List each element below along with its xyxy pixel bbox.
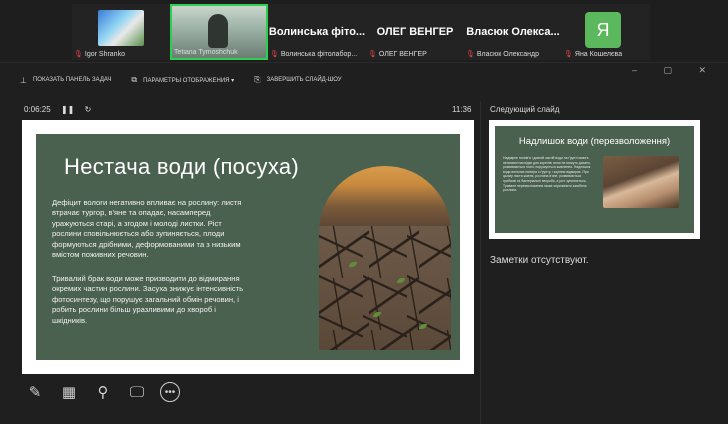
presenter-screen-icon[interactable]: 🖵 [126,381,148,403]
participant-name: 🎙 Волинська фітолабор... [270,51,358,58]
hands-soil-image [603,156,679,208]
participant-tile-tetiana[interactable]: Tetiana Tymoshchuk [170,4,268,60]
current-slide-frame[interactable]: Нестача води (посуха) Дефіцит вологи нег… [22,120,474,374]
display-settings-icon: ⧉ [131,75,138,84]
participant-tile-oleg[interactable]: ОЛЕГ ВЕНГЕР 🎙 ОЛЕГ ВЕНГЕР [366,4,464,60]
next-slide-body: Надмірне полив'я і довгий застій води на… [503,156,591,193]
zoom-icon[interactable]: ⚲ [92,381,114,403]
pane-divider[interactable] [480,101,481,424]
reset-timer-button[interactable]: ↻ [85,105,92,114]
presenter-tools: ✎ ▦ ⚲ 🖵 ••• [24,381,180,403]
drought-soil-image [319,166,451,350]
participant-display-name: Волинська фіто... [268,26,366,38]
mic-muted-icon: 🎙 [564,51,573,58]
participant-tile-yana[interactable]: Я 🎙 Яна Кошелєва [562,4,650,60]
participant-name: 🎙 Igor Shranko [74,51,125,58]
current-slide: Нестача води (посуха) Дефіцит вологи нег… [36,134,460,360]
display-settings-button[interactable]: ⧉ ПАРАМЕТРЫ ОТОБРАЖЕНИЯ ▾ [131,75,234,85]
presenter-toolbar: ⊥ ПОКАЗАТЬ ПАНЕЛЬ ЗАДАЧ ⧉ ПАРАМЕТРЫ ОТОБ… [20,73,342,87]
participant-tile-volynska[interactable]: Волинська фіто... 🎙 Волинська фітолабор..… [268,4,366,60]
participant-display-name: ОЛЕГ ВЕНГЕР [376,26,454,38]
participant-gallery: 🎙 Igor Shranko Tetiana Tymoshchuk Волинсь… [72,4,650,60]
next-slide-preview: Надлишок води (перезволоження) Надмірне … [495,126,694,233]
pause-timer-button[interactable]: ❚❚ [61,105,74,114]
show-taskbar-button[interactable]: ⊥ ПОКАЗАТЬ ПАНЕЛЬ ЗАДАЧ [20,76,111,85]
slide-title: Нестача води (посуха) [64,154,300,179]
mic-muted-icon: 🎙 [466,51,475,58]
window-controls[interactable]: – ▢ ✕ [632,65,718,76]
current-time: 11:36 [452,105,472,114]
next-slide-title: Надлишок води (перезволоження) [518,136,671,147]
participant-name: 🎙 ОЛЕГ ВЕНГЕР [368,51,427,58]
end-slideshow-icon: ⎘ [254,75,261,84]
participant-thumbnail-image [98,10,144,46]
slide-paragraph-1: Дефіцит вологи негативно впливає на росл… [52,198,242,260]
presenter-view: – ▢ ✕ ⊥ ПОКАЗАТЬ ПАНЕЛЬ ЗАДАЧ ⧉ ПАРАМЕТР… [0,62,728,424]
pen-icon[interactable]: ✎ [24,381,46,403]
display-settings-label: ПАРАМЕТРЫ ОТОБРАЖЕНИЯ ▾ [143,77,235,84]
avatar: Я [585,12,621,48]
participant-name: 🎙 Яна Кошелєва [564,51,623,58]
mic-muted-icon: 🎙 [74,51,83,58]
participant-name: Tetiana Tymoshchuk [174,49,238,56]
participant-display-name: Власюк Олекса... [466,26,560,38]
speaker-notes: Заметки отсутствуют. [490,255,589,266]
next-slide-frame[interactable]: Надлишок води (перезволоження) Надмірне … [489,120,700,239]
participant-tile-vlasiuk[interactable]: Власюк Олекса... 🎙 Власюк Олександр [464,4,562,60]
end-slideshow-label: ЗАВЕРШИТЬ СЛАЙД-ШОУ [266,77,342,83]
participant-strip: 🎙 Igor Shranko Tetiana Tymoshchuk Волинсь… [0,0,728,62]
mic-muted-icon: 🎙 [368,51,377,58]
slides-grid-icon[interactable]: ▦ [58,381,80,403]
next-slide-label: Следующий слайд [490,105,560,114]
slideshow-timer: 0:06:25 ❚❚ ↻ [24,105,99,114]
taskbar-icon: ⊥ [20,75,27,85]
end-slideshow-button[interactable]: ⎘ ЗАВЕРШИТЬ СЛАЙД-ШОУ [254,75,341,85]
mic-muted-icon: 🎙 [270,51,279,58]
slide-paragraph-2: Тривалий брак води може призводити до ві… [52,274,244,325]
more-icon[interactable]: ••• [160,382,180,402]
participant-tile-igor[interactable]: 🎙 Igor Shranko [72,4,170,60]
elapsed-time: 0:06:25 [24,105,51,114]
participant-name: 🎙 Власюк Олександр [466,51,540,58]
show-taskbar-label: ПОКАЗАТЬ ПАНЕЛЬ ЗАДАЧ [32,77,112,83]
